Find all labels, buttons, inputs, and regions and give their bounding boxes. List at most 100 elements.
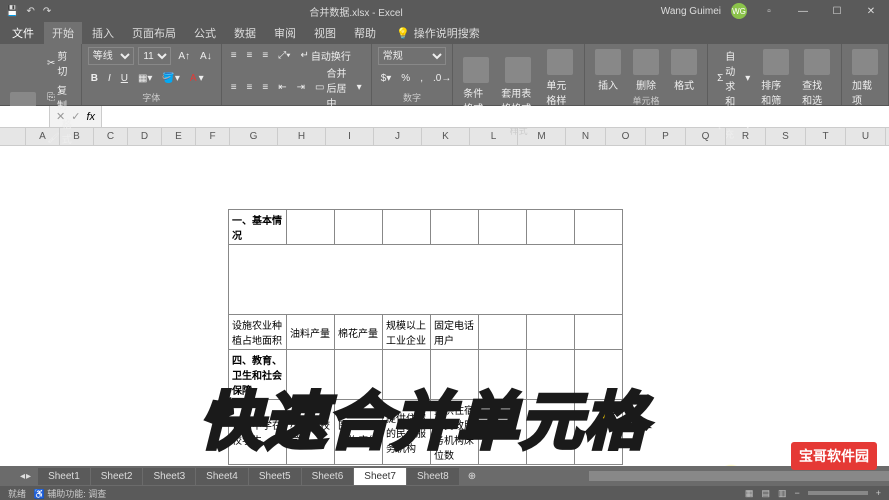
view-page-icon[interactable]: ▤ — [761, 488, 770, 499]
tab-home[interactable]: 开始 — [44, 22, 82, 44]
column-header[interactable]: J — [374, 128, 422, 145]
wrap-text-button[interactable]: ↵自动换行 — [297, 47, 353, 64]
column-header[interactable]: N — [566, 128, 606, 145]
border-button[interactable]: ▦▾ — [135, 72, 155, 85]
column-header[interactable]: O — [606, 128, 646, 145]
sheet-tab[interactable]: Sheet3 — [143, 468, 195, 485]
sheet-tab[interactable]: Sheet8 — [407, 468, 459, 485]
column-header[interactable]: E — [162, 128, 196, 145]
column-header[interactable]: M — [518, 128, 566, 145]
column-header[interactable]: D — [128, 128, 162, 145]
zoom-out-button[interactable]: − — [794, 488, 799, 498]
tab-insert[interactable]: 插入 — [84, 22, 122, 44]
orientation-button[interactable]: ⤢▾ — [275, 49, 293, 62]
column-header[interactable]: U — [846, 128, 886, 145]
tab-layout[interactable]: 页面布局 — [124, 22, 184, 44]
font-color-button[interactable]: A▾ — [187, 72, 207, 85]
number-format-select[interactable]: 常规 — [378, 47, 447, 65]
underline-button[interactable]: U — [118, 72, 131, 85]
addins-button[interactable]: 加载项 — [848, 47, 882, 109]
font-size-select[interactable]: 11 — [138, 47, 171, 65]
column-header[interactable]: A — [26, 128, 60, 145]
indent-decrease-button[interactable]: ⇤ — [275, 81, 289, 94]
tab-view[interactable]: 视图 — [306, 22, 344, 44]
fx-icon[interactable]: fx — [86, 111, 95, 123]
sheet-tab[interactable]: Sheet5 — [249, 468, 301, 485]
sheet-nav-prev[interactable]: ◂ — [20, 471, 25, 482]
cell[interactable]: 固定电话用户 — [431, 315, 479, 350]
tab-file[interactable]: 文件 — [4, 22, 42, 44]
autosum-button[interactable]: Σ自动求和▾ — [714, 47, 753, 109]
column-header[interactable]: P — [646, 128, 686, 145]
horizontal-scrollbar[interactable] — [589, 471, 889, 481]
column-header[interactable]: K — [422, 128, 470, 145]
tab-help[interactable]: 帮助 — [346, 22, 384, 44]
decrease-font-button[interactable]: A↓ — [197, 50, 215, 63]
formula-input[interactable] — [101, 106, 889, 127]
close-icon[interactable]: ✕ — [859, 2, 883, 20]
tab-review[interactable]: 审阅 — [266, 22, 304, 44]
view-normal-icon[interactable]: ▦ — [745, 488, 754, 499]
merge-cells-button[interactable]: ▭合并后居中▾ — [312, 64, 365, 111]
column-header[interactable]: S — [766, 128, 806, 145]
bold-button[interactable]: B — [88, 72, 101, 85]
column-header[interactable]: C — [94, 128, 128, 145]
ribbon-options-icon[interactable]: ▫ — [757, 2, 781, 20]
enter-icon[interactable]: ✓ — [71, 110, 80, 123]
tab-data[interactable]: 数据 — [226, 22, 264, 44]
font-name-select[interactable]: 等线 — [88, 47, 135, 65]
format-cells-button[interactable]: 格式 — [667, 47, 701, 94]
minimize-icon[interactable]: — — [791, 2, 815, 20]
spreadsheet-grid[interactable]: 一、基本情况 设施农业种植占地面积油料产量棉花产量规模以上工业企业固定电话用户 … — [0, 146, 889, 476]
sheet-tab[interactable]: Sheet7 — [354, 468, 406, 485]
sheet-nav-next[interactable]: ▸ — [26, 471, 31, 482]
align-right-button[interactable]: ≡ — [259, 81, 271, 94]
add-sheet-button[interactable]: ⊕ — [460, 468, 484, 485]
align-bottom-button[interactable]: ≡ — [259, 49, 271, 62]
align-center-button[interactable]: ≡ — [244, 81, 256, 94]
cancel-icon[interactable]: ✕ — [56, 110, 65, 123]
cell[interactable]: 油料产量 — [287, 315, 335, 350]
zoom-in-button[interactable]: + — [876, 488, 881, 498]
redo-icon[interactable]: ↷ — [43, 6, 51, 17]
insert-cells-button[interactable]: 插入 — [591, 47, 625, 94]
user-avatar[interactable]: WG — [731, 3, 747, 19]
sheet-tab[interactable]: Sheet6 — [302, 468, 354, 485]
column-header[interactable]: B — [60, 128, 94, 145]
align-middle-button[interactable]: ≡ — [244, 49, 256, 62]
cell[interactable]: 规模以上工业企业 — [383, 315, 431, 350]
undo-icon[interactable]: ↶ — [26, 6, 34, 17]
column-header[interactable]: Q — [686, 128, 726, 145]
user-name[interactable]: Wang Guimei — [661, 6, 721, 17]
name-box[interactable] — [0, 106, 50, 127]
cell[interactable]: 棉花产量 — [335, 315, 383, 350]
sheet-tab[interactable]: Sheet2 — [91, 468, 143, 485]
cell[interactable]: 一、基本情况 — [229, 210, 287, 245]
view-break-icon[interactable]: ▥ — [778, 488, 787, 499]
align-top-button[interactable]: ≡ — [228, 49, 240, 62]
percent-button[interactable]: % — [398, 72, 413, 85]
column-header[interactable]: F — [196, 128, 230, 145]
fill-color-button[interactable]: 🪣▾ — [159, 72, 182, 85]
column-header[interactable]: G — [230, 128, 278, 145]
save-icon[interactable]: 💾 — [6, 6, 18, 17]
tab-formulas[interactable]: 公式 — [186, 22, 224, 44]
column-header[interactable]: I — [326, 128, 374, 145]
comma-button[interactable]: , — [417, 72, 426, 85]
align-left-button[interactable]: ≡ — [228, 81, 240, 94]
italic-button[interactable]: I — [105, 72, 114, 85]
select-all-corner[interactable] — [0, 128, 26, 145]
sheet-tab[interactable]: Sheet1 — [38, 468, 90, 485]
column-header[interactable]: T — [806, 128, 846, 145]
indent-increase-button[interactable]: ⇥ — [294, 81, 308, 94]
cell[interactable]: 设施农业种植占地面积 — [229, 315, 287, 350]
sheet-tab[interactable]: Sheet4 — [196, 468, 248, 485]
increase-decimal-button[interactable]: .0→ — [430, 72, 454, 85]
column-header[interactable]: R — [726, 128, 766, 145]
currency-button[interactable]: $▾ — [378, 72, 395, 85]
maximize-icon[interactable]: ☐ — [825, 2, 849, 20]
tell-me-search[interactable]: 💡 操作说明搜索 — [396, 25, 480, 41]
accessibility-status[interactable]: ♿ 辅助功能: 调查 — [34, 489, 107, 499]
column-header[interactable]: H — [278, 128, 326, 145]
column-header[interactable]: L — [470, 128, 518, 145]
